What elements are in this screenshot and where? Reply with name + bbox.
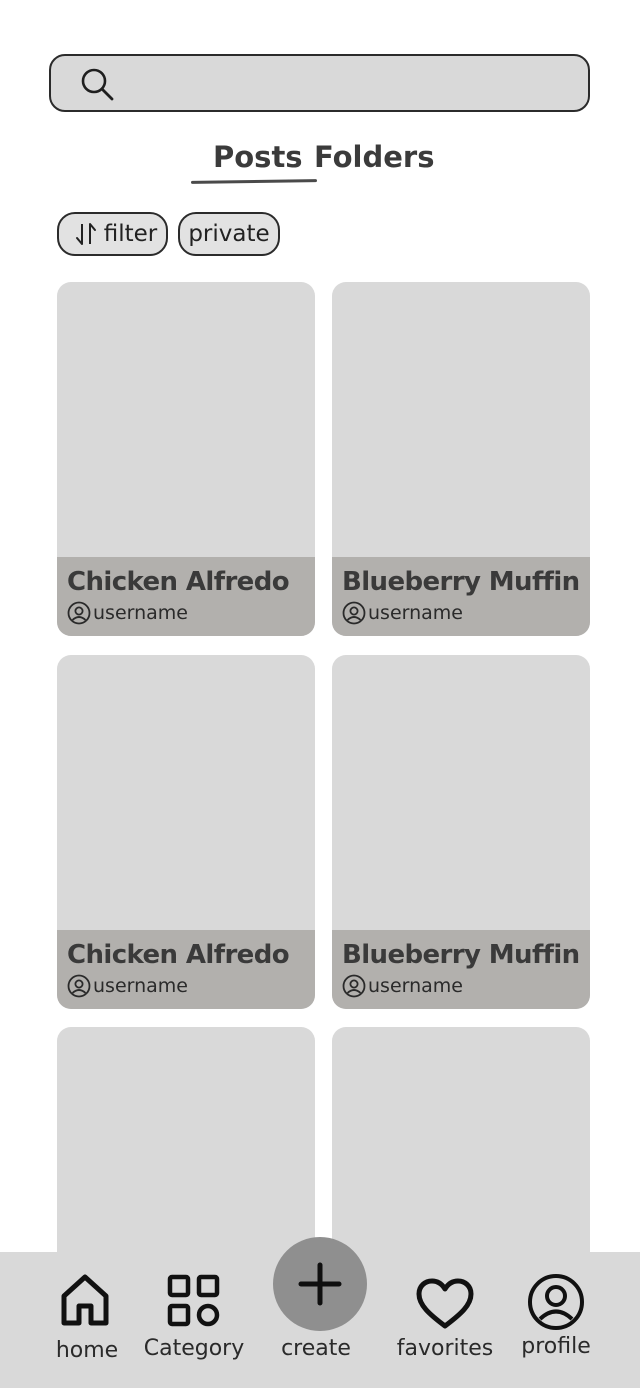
post-author-name: username xyxy=(368,975,463,997)
user-circle-icon xyxy=(67,601,91,625)
post-card-meta: Chicken Alfredo username xyxy=(57,930,315,1009)
post-author-name: username xyxy=(93,975,188,997)
nav-favorites[interactable]: favorites xyxy=(390,1252,500,1388)
grid-icon xyxy=(167,1274,221,1328)
nav-favorites-label: favorites xyxy=(396,1336,494,1361)
private-chip-label: private xyxy=(188,221,270,247)
sort-arrows-icon xyxy=(74,221,98,247)
filter-chip[interactable]: filter xyxy=(57,212,168,256)
post-author[interactable]: username xyxy=(342,974,463,998)
nav-create-label: create xyxy=(281,1336,351,1361)
filter-chip-label: filter xyxy=(103,221,158,247)
post-card-meta: Blueberry Muffin username xyxy=(332,930,590,1009)
post-card[interactable]: Blueberry Muffin username xyxy=(332,655,590,1009)
user-circle-icon xyxy=(342,601,366,625)
post-author-name: username xyxy=(93,602,188,624)
post-card[interactable]: Chicken Alfredo username xyxy=(57,282,315,636)
post-card-meta: Chicken Alfredo username xyxy=(57,557,315,636)
post-card[interactable]: Chicken Alfredo username xyxy=(57,655,315,1009)
post-author[interactable]: username xyxy=(67,601,188,625)
tab-folders[interactable]: Folders xyxy=(314,140,435,174)
post-card-meta: Blueberry Muffin username xyxy=(332,557,590,636)
post-card[interactable]: Blueberry Muffin username xyxy=(332,282,590,636)
search-bar[interactable] xyxy=(49,54,590,112)
active-tab-indicator xyxy=(190,179,318,184)
post-author[interactable]: username xyxy=(67,974,188,998)
nav-home[interactable]: home xyxy=(42,1252,132,1388)
post-author[interactable]: username xyxy=(342,601,463,625)
nav-profile-label: profile xyxy=(521,1334,591,1359)
post-author-name: username xyxy=(368,602,463,624)
post-title: Chicken Alfredo xyxy=(67,940,290,970)
nav-profile[interactable]: profile xyxy=(513,1252,599,1388)
user-circle-icon xyxy=(526,1272,586,1332)
nav-category-label: Category xyxy=(143,1336,245,1361)
content-tabs: Posts Folders xyxy=(0,140,640,190)
user-circle-icon xyxy=(67,974,91,998)
post-title: Blueberry Muffin xyxy=(342,940,580,970)
private-chip[interactable]: private xyxy=(178,212,280,256)
nav-category[interactable]: Category xyxy=(136,1252,252,1388)
search-icon[interactable] xyxy=(79,66,115,102)
plus-icon xyxy=(295,1259,345,1309)
nav-home-label: home xyxy=(55,1338,119,1363)
search-input[interactable] xyxy=(127,64,567,102)
home-icon xyxy=(58,1272,112,1328)
user-circle-icon xyxy=(342,974,366,998)
post-title: Chicken Alfredo xyxy=(67,567,290,597)
heart-icon xyxy=(415,1278,475,1330)
tab-posts[interactable]: Posts xyxy=(213,140,303,174)
post-title: Blueberry Muffin xyxy=(342,567,580,597)
create-button[interactable] xyxy=(273,1237,367,1331)
